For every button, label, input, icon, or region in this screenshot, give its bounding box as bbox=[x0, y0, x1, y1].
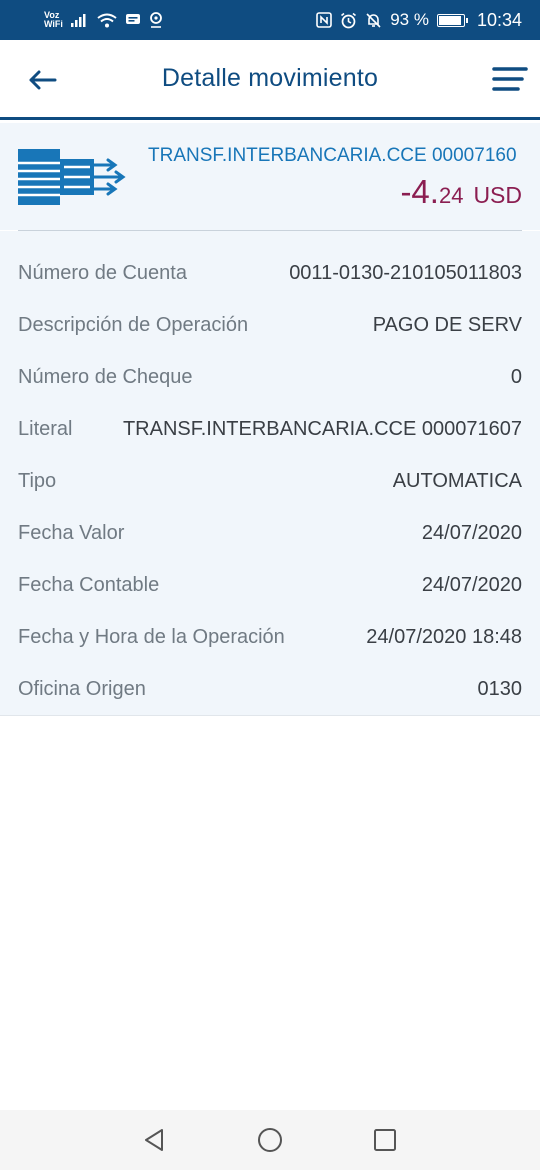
home-circle-icon bbox=[258, 1128, 282, 1152]
detail-label: Tipo bbox=[18, 469, 57, 492]
detail-row-numero-cuenta: Número de Cuenta 0011-0130-210105011803 bbox=[18, 253, 522, 293]
detail-row-cheque: Número de Cheque 0 bbox=[18, 357, 522, 397]
wifi-icon bbox=[97, 13, 117, 27]
status-bar: Voz WiFi 93 % 10:34 bbox=[0, 0, 540, 40]
detail-label: Fecha Valor bbox=[18, 521, 125, 544]
detail-value: TRANSF.INTERBANCARIA.CCE 000071607 bbox=[122, 417, 522, 440]
transfer-icon bbox=[18, 149, 126, 205]
nav-recents-button[interactable] bbox=[370, 1125, 400, 1155]
menu-button[interactable] bbox=[492, 66, 528, 96]
amount-currency: USD bbox=[473, 182, 522, 208]
app-header: Detalle movimiento bbox=[0, 40, 540, 120]
detail-label: Fecha y Hora de la Operación bbox=[18, 625, 285, 648]
clock: 10:34 bbox=[476, 9, 522, 30]
detail-label: Literal bbox=[18, 417, 73, 440]
message-icon bbox=[125, 14, 140, 24]
detail-value: AUTOMATICA bbox=[392, 469, 522, 492]
detail-row-fecha-contable: Fecha Contable 24/07/2020 bbox=[18, 565, 522, 605]
recents-square-icon bbox=[374, 1129, 396, 1151]
mute-icon bbox=[366, 12, 381, 28]
back-button[interactable] bbox=[22, 62, 62, 98]
detail-value: 24/07/2020 bbox=[421, 521, 522, 544]
movement-details: Número de Cuenta 0011-0130-210105011803 … bbox=[0, 231, 540, 716]
detail-label: Oficina Origen bbox=[18, 677, 146, 700]
detail-value: 24/07/2020 bbox=[421, 573, 522, 596]
battery-icon bbox=[436, 13, 468, 27]
battery-percent: 93 % bbox=[390, 10, 429, 29]
system-navbar bbox=[0, 1110, 540, 1170]
detail-label: Número de Cheque bbox=[18, 365, 193, 388]
detail-row-tipo: Tipo AUTOMATICA bbox=[18, 461, 522, 501]
alarm-icon bbox=[341, 12, 357, 28]
detail-row-fecha-hora: Fecha y Hora de la Operación 24/07/2020 … bbox=[18, 617, 522, 657]
movement-amount: -4. 24 USD bbox=[400, 173, 522, 211]
movement-summary: TRANSF.INTERBANCARIA.CCE 00007160 -4. 24… bbox=[0, 123, 540, 230]
amount-integer: -4. bbox=[400, 173, 439, 210]
nfc-icon bbox=[316, 12, 333, 28]
detail-value: 24/07/2020 18:48 bbox=[366, 625, 522, 648]
detail-row-oficina: Oficina Origen 0130 bbox=[18, 669, 522, 709]
detail-row-descripcion: Descripción de Operación PAGO DE SERV bbox=[18, 305, 522, 345]
wifi-label: WiFi bbox=[44, 19, 63, 29]
detail-label: Fecha Contable bbox=[18, 573, 160, 596]
battery-fill bbox=[438, 15, 461, 25]
location-icon bbox=[150, 12, 162, 28]
detail-value: 0130 bbox=[477, 677, 523, 700]
amount-decimals: 24 bbox=[438, 183, 464, 208]
signal-icon bbox=[70, 14, 86, 27]
voz-wifi-label: Voz WiFi bbox=[44, 11, 63, 29]
back-triangle-icon bbox=[145, 1129, 163, 1151]
detail-label: Descripción de Operación bbox=[18, 313, 249, 336]
detail-row-fecha-valor: Fecha Valor 24/07/2020 bbox=[18, 513, 522, 553]
detail-value: 0011-0130-210105011803 bbox=[289, 261, 522, 284]
nav-home-button[interactable] bbox=[255, 1125, 285, 1155]
status-right: 93 % 10:34 bbox=[316, 10, 522, 31]
status-left: Voz WiFi bbox=[44, 11, 163, 29]
detail-value: 0 bbox=[510, 365, 522, 388]
detail-label: Número de Cuenta bbox=[18, 261, 187, 284]
movement-description: TRANSF.INTERBANCARIA.CCE 00007160 bbox=[148, 145, 517, 166]
detail-row-literal: Literal TRANSF.INTERBANCARIA.CCE 0000716… bbox=[18, 409, 522, 449]
page-title: Detalle movimiento bbox=[161, 64, 379, 92]
nav-back-button[interactable] bbox=[140, 1125, 170, 1155]
arrow-left-icon bbox=[29, 70, 57, 90]
detail-value: PAGO DE SERV bbox=[372, 313, 522, 336]
menu-icon bbox=[492, 67, 528, 91]
